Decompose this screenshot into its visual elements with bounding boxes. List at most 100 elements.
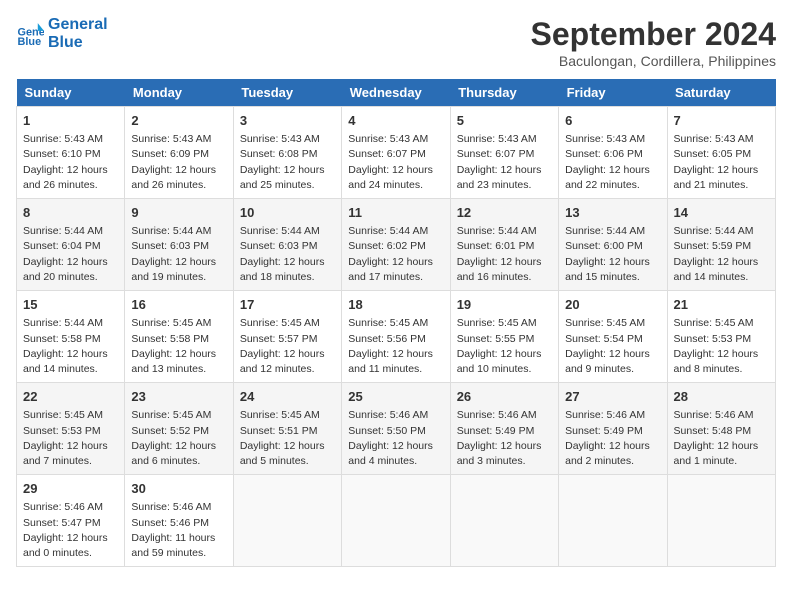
calendar-week-4: 29 Sunrise: 5:46 AM Sunset: 5:47 PM Dayli…	[17, 475, 776, 567]
day-content: Sunrise: 5:45 AM Sunset: 5:53 PM Dayligh…	[23, 408, 118, 469]
day-cell-11: 11 Sunrise: 5:44 AM Sunset: 6:02 PM Dayli…	[342, 199, 450, 291]
logo-blue: Blue	[48, 34, 108, 52]
day-cell-23: 23 Sunrise: 5:45 AM Sunset: 5:52 PM Dayli…	[125, 383, 233, 475]
title-area: September 2024 Baculongan, Cordillera, P…	[531, 16, 776, 69]
day-number: 9	[131, 204, 226, 222]
day-cell-5: 5 Sunrise: 5:43 AM Sunset: 6:07 PM Daylig…	[450, 107, 558, 199]
day-content: Sunrise: 5:46 AM Sunset: 5:47 PM Dayligh…	[23, 500, 118, 561]
day-content: Sunrise: 5:44 AM Sunset: 6:00 PM Dayligh…	[565, 224, 660, 285]
day-cell-12: 12 Sunrise: 5:44 AM Sunset: 6:01 PM Dayli…	[450, 199, 558, 291]
day-cell-1: 1 Sunrise: 5:43 AM Sunset: 6:10 PM Daylig…	[17, 107, 125, 199]
day-number: 16	[131, 296, 226, 314]
day-content: Sunrise: 5:46 AM Sunset: 5:48 PM Dayligh…	[674, 408, 769, 469]
day-content: Sunrise: 5:45 AM Sunset: 5:54 PM Dayligh…	[565, 316, 660, 377]
day-content: Sunrise: 5:45 AM Sunset: 5:53 PM Dayligh…	[674, 316, 769, 377]
day-content: Sunrise: 5:43 AM Sunset: 6:07 PM Dayligh…	[457, 132, 552, 193]
day-cell-25: 25Sunrise: 5:46 AM Sunset: 5:50 PM Dayli…	[342, 383, 450, 475]
day-content: Sunrise: 5:43 AM Sunset: 6:05 PM Dayligh…	[674, 132, 769, 193]
location-subtitle: Baculongan, Cordillera, Philippines	[531, 53, 776, 69]
empty-cell	[559, 475, 667, 567]
col-header-monday: Monday	[125, 79, 233, 107]
logo-general: General	[48, 16, 108, 34]
day-number: 2	[131, 112, 226, 130]
day-content: Sunrise: 5:43 AM Sunset: 6:10 PM Dayligh…	[23, 132, 118, 193]
day-cell-26: 26 Sunrise: 5:46 AM Sunset: 5:49 PM Dayli…	[450, 383, 558, 475]
col-header-thursday: Thursday	[450, 79, 558, 107]
day-number: 22	[23, 388, 118, 406]
day-number: 27	[565, 388, 660, 406]
day-number: 19	[457, 296, 552, 314]
day-content: Sunrise: 5:43 AM Sunset: 6:07 PM Dayligh…	[348, 132, 443, 193]
day-number: 20	[565, 296, 660, 314]
day-cell-2: 2Sunrise: 5:43 AM Sunset: 6:09 PM Daylig…	[125, 107, 233, 199]
day-cell-7: 7 Sunrise: 5:43 AM Sunset: 6:05 PM Daylig…	[667, 107, 775, 199]
col-header-friday: Friday	[559, 79, 667, 107]
day-cell-13: 13 Sunrise: 5:44 AM Sunset: 6:00 PM Dayli…	[559, 199, 667, 291]
day-cell-22: 22 Sunrise: 5:45 AM Sunset: 5:53 PM Dayli…	[17, 383, 125, 475]
day-number: 1	[23, 112, 118, 130]
empty-cell	[233, 475, 341, 567]
day-number: 6	[565, 112, 660, 130]
day-cell-29: 29 Sunrise: 5:46 AM Sunset: 5:47 PM Dayli…	[17, 475, 125, 567]
day-content: Sunrise: 5:44 AM Sunset: 5:59 PM Dayligh…	[674, 224, 769, 285]
day-cell-21: 21 Sunrise: 5:45 AM Sunset: 5:53 PM Dayli…	[667, 291, 775, 383]
day-number: 4	[348, 112, 443, 130]
col-header-tuesday: Tuesday	[233, 79, 341, 107]
day-cell-24: 24Sunrise: 5:45 AM Sunset: 5:51 PM Dayli…	[233, 383, 341, 475]
day-content: Sunrise: 5:43 AM Sunset: 6:06 PM Dayligh…	[565, 132, 660, 193]
day-content: Sunrise: 5:45 AM Sunset: 5:52 PM Dayligh…	[131, 408, 226, 469]
day-cell-28: 28 Sunrise: 5:46 AM Sunset: 5:48 PM Dayli…	[667, 383, 775, 475]
day-number: 25	[348, 388, 443, 406]
day-number: 13	[565, 204, 660, 222]
day-cell-27: 27 Sunrise: 5:46 AM Sunset: 5:49 PM Dayli…	[559, 383, 667, 475]
col-header-sunday: Sunday	[17, 79, 125, 107]
day-content: Sunrise: 5:44 AM Sunset: 6:03 PM Dayligh…	[131, 224, 226, 285]
empty-cell	[450, 475, 558, 567]
day-number: 21	[674, 296, 769, 314]
page-header: General Blue General Blue September 2024…	[16, 16, 776, 69]
day-number: 10	[240, 204, 335, 222]
day-cell-14: 14 Sunrise: 5:44 AM Sunset: 5:59 PM Dayli…	[667, 199, 775, 291]
day-number: 15	[23, 296, 118, 314]
day-content: Sunrise: 5:44 AM Sunset: 6:01 PM Dayligh…	[457, 224, 552, 285]
calendar-week-0: 1 Sunrise: 5:43 AM Sunset: 6:10 PM Daylig…	[17, 107, 776, 199]
day-content: Sunrise: 5:45 AM Sunset: 5:57 PM Dayligh…	[240, 316, 335, 377]
day-cell-20: 20 Sunrise: 5:45 AM Sunset: 5:54 PM Dayli…	[559, 291, 667, 383]
day-cell-30: 30Sunrise: 5:46 AM Sunset: 5:46 PM Dayli…	[125, 475, 233, 567]
calendar-week-1: 8Sunrise: 5:44 AM Sunset: 6:04 PM Daylig…	[17, 199, 776, 291]
day-content: Sunrise: 5:44 AM Sunset: 6:04 PM Dayligh…	[23, 224, 118, 285]
month-title: September 2024	[531, 16, 776, 53]
empty-cell	[342, 475, 450, 567]
day-number: 14	[674, 204, 769, 222]
day-cell-16: 16Sunrise: 5:45 AM Sunset: 5:58 PM Dayli…	[125, 291, 233, 383]
day-cell-3: 3 Sunrise: 5:43 AM Sunset: 6:08 PM Daylig…	[233, 107, 341, 199]
day-number: 5	[457, 112, 552, 130]
day-cell-8: 8Sunrise: 5:44 AM Sunset: 6:04 PM Daylig…	[17, 199, 125, 291]
day-content: Sunrise: 5:45 AM Sunset: 5:51 PM Dayligh…	[240, 408, 335, 469]
empty-cell	[667, 475, 775, 567]
day-number: 30	[131, 480, 226, 498]
day-number: 26	[457, 388, 552, 406]
day-content: Sunrise: 5:44 AM Sunset: 6:03 PM Dayligh…	[240, 224, 335, 285]
logo-icon: General Blue	[16, 20, 44, 48]
day-content: Sunrise: 5:46 AM Sunset: 5:49 PM Dayligh…	[457, 408, 552, 469]
day-content: Sunrise: 5:43 AM Sunset: 6:08 PM Dayligh…	[240, 132, 335, 193]
svg-text:Blue: Blue	[18, 35, 42, 47]
calendar-table: SundayMondayTuesdayWednesdayThursdayFrid…	[16, 79, 776, 567]
day-content: Sunrise: 5:46 AM Sunset: 5:49 PM Dayligh…	[565, 408, 660, 469]
day-cell-19: 19Sunrise: 5:45 AM Sunset: 5:55 PM Dayli…	[450, 291, 558, 383]
col-header-wednesday: Wednesday	[342, 79, 450, 107]
day-number: 28	[674, 388, 769, 406]
header-row: SundayMondayTuesdayWednesdayThursdayFrid…	[17, 79, 776, 107]
day-number: 12	[457, 204, 552, 222]
day-number: 11	[348, 204, 443, 222]
day-cell-9: 9 Sunrise: 5:44 AM Sunset: 6:03 PM Daylig…	[125, 199, 233, 291]
day-number: 23	[131, 388, 226, 406]
day-cell-4: 4 Sunrise: 5:43 AM Sunset: 6:07 PM Daylig…	[342, 107, 450, 199]
day-number: 3	[240, 112, 335, 130]
day-number: 29	[23, 480, 118, 498]
day-content: Sunrise: 5:44 AM Sunset: 6:02 PM Dayligh…	[348, 224, 443, 285]
day-cell-17: 17Sunrise: 5:45 AM Sunset: 5:57 PM Dayli…	[233, 291, 341, 383]
day-number: 7	[674, 112, 769, 130]
day-cell-10: 10 Sunrise: 5:44 AM Sunset: 6:03 PM Dayli…	[233, 199, 341, 291]
